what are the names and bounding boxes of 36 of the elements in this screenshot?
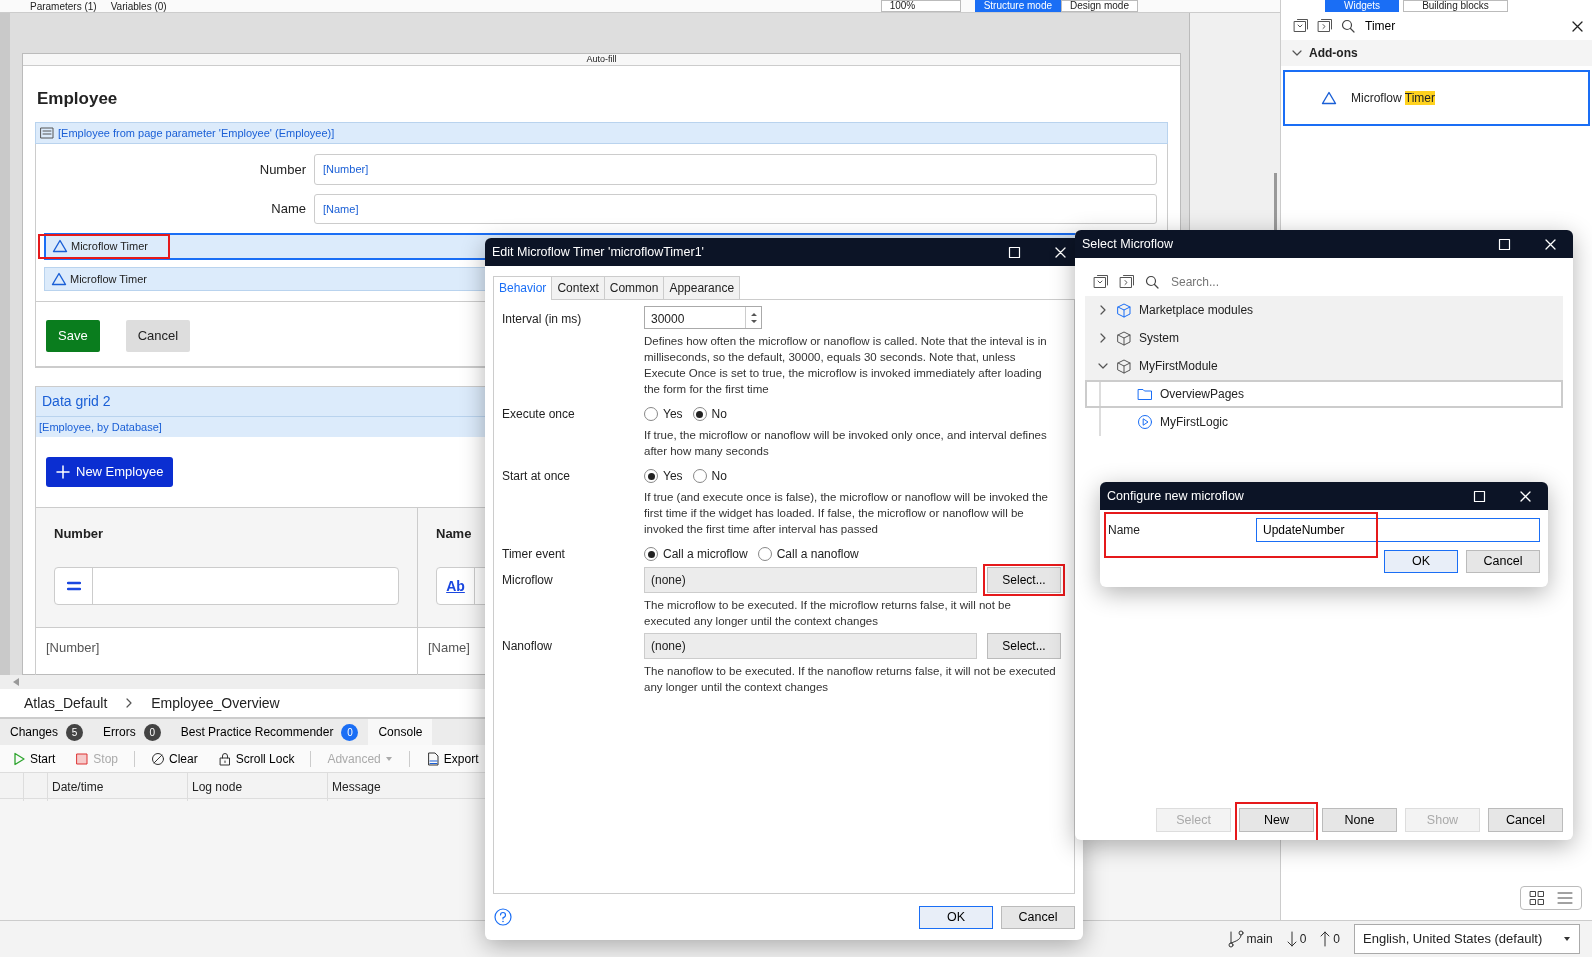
help-text: The nanoflow to be executed. If the nanoflow returns false, it will not be executed any longer until the context changes: [644, 664, 1057, 695]
field-label: Number: [258, 160, 307, 179]
column-header: Name: [436, 524, 472, 543]
group-label: Add-ons: [1309, 45, 1358, 62]
property-label: Nanoflow: [502, 638, 554, 655]
radio-label: Call a microflow: [663, 546, 748, 563]
branch-name: main: [1246, 931, 1273, 948]
column-header: Date/time: [48, 773, 188, 801]
layout-caption: Auto-fill: [586, 54, 617, 64]
radio-label: No: [711, 468, 727, 485]
help-text: The microflow to be executed. If the microflow returns false, it will not be executed any longer until the context changes: [644, 598, 1012, 629]
incoming-count: 0: [1299, 931, 1307, 948]
widget-name: Microflow Timer: [1351, 90, 1435, 107]
property-label: Interval (in ms): [502, 311, 583, 328]
filter-type-label: Ab: [437, 568, 475, 604]
window-title: Edit Microflow Timer 'microflowTimer1': [492, 243, 705, 261]
window-title: Select Microflow: [1082, 235, 1174, 253]
column-header: Number: [54, 524, 104, 543]
radio-label: Call a nanoflow: [776, 546, 859, 563]
field-label: Name: [270, 200, 307, 218]
column-header: Log node: [188, 773, 328, 801]
outgoing-count: 0: [1333, 931, 1340, 948]
dataview-source: [Employee from page parameter 'Employee' (Employee)]: [58, 125, 335, 141]
property-label: Timer event: [502, 546, 566, 563]
field-label: Name: [1108, 522, 1141, 539]
help-text: If true (and execute once is false), the microflow or nanoflow will be invoked the first time if the widget has loaded. If false, the microflow or nanoflow will be invoked the first time after interval has passed: [644, 490, 1049, 537]
readonly-field: (none): [644, 633, 977, 659]
property-label: Microflow: [502, 572, 554, 589]
count-badge: 0: [341, 723, 359, 741]
window-title: Configure new microflow: [1107, 487, 1245, 505]
count-badge: 0: [143, 723, 161, 741]
readonly-field: (none): [644, 567, 977, 593]
property-label: Start at once: [502, 468, 572, 485]
radio-label: Yes: [663, 468, 683, 485]
count-badge: 5: [66, 723, 84, 741]
page-title: Employee: [37, 88, 119, 110]
